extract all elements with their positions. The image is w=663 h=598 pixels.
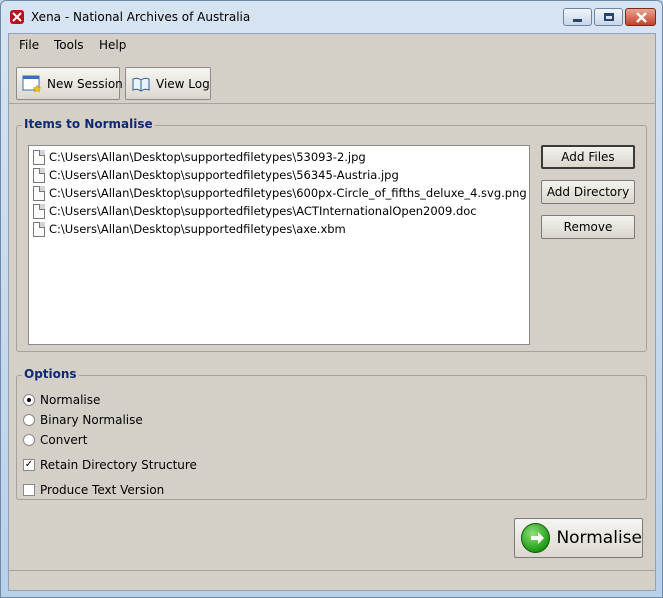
file-path: C:\Users\Allan\Desktop\supportedfiletype… <box>49 186 527 200</box>
options-group: Options Normalise Binary Normalise Conve… <box>16 367 647 500</box>
menu-tools[interactable]: Tools <box>54 38 84 52</box>
menu-file[interactable]: File <box>19 38 39 52</box>
title-bar[interactable]: Xena - National Archives of Australia <box>1 1 662 33</box>
radio-normalise[interactable]: Normalise <box>23 392 100 408</box>
view-log-button[interactable]: View Log <box>125 67 211 100</box>
checkbox-label: Retain Directory Structure <box>40 458 197 472</box>
client-area: File Tools Help New Session View Log Ite… <box>8 33 656 591</box>
items-group-title: Items to Normalise <box>22 117 155 131</box>
radio-convert[interactable]: Convert <box>23 432 87 448</box>
radio-label: Normalise <box>40 393 101 407</box>
list-item[interactable]: C:\Users\Allan\Desktop\supportedfiletype… <box>33 148 366 166</box>
toolbar: New Session View Log <box>9 60 655 104</box>
list-item[interactable]: C:\Users\Allan\Desktop\supportedfiletype… <box>33 166 399 184</box>
maximize-button[interactable] <box>594 8 623 26</box>
list-item[interactable]: C:\Users\Allan\Desktop\supportedfiletype… <box>33 202 477 220</box>
close-icon <box>636 12 647 23</box>
green-arrow-icon <box>521 523 551 553</box>
xena-app-icon <box>9 9 25 25</box>
file-path: C:\Users\Allan\Desktop\supportedfiletype… <box>49 150 366 164</box>
checkbox[interactable] <box>23 484 35 496</box>
window-title: Xena - National Archives of Australia <box>31 10 251 24</box>
list-item[interactable]: C:\Users\Allan\Desktop\supportedfiletype… <box>33 184 527 202</box>
menu-help[interactable]: Help <box>99 38 126 52</box>
checkbox-label: Produce Text Version <box>40 483 165 497</box>
retain-directory-checkbox[interactable]: ✓ Retain Directory Structure <box>23 457 197 473</box>
open-book-icon <box>131 74 151 94</box>
list-item[interactable]: C:\Users\Allan\Desktop\supportedfiletype… <box>33 220 346 238</box>
options-group-title: Options <box>22 367 79 381</box>
minimize-icon <box>573 19 582 22</box>
status-bar <box>9 570 655 590</box>
remove-button[interactable]: Remove <box>541 215 635 239</box>
normalise-button[interactable]: Normalise <box>514 518 643 558</box>
checkbox[interactable]: ✓ <box>23 459 35 471</box>
add-files-button[interactable]: Add Files <box>541 145 635 169</box>
new-session-button[interactable]: New Session <box>16 67 123 100</box>
file-path: C:\Users\Allan\Desktop\supportedfiletype… <box>49 168 399 182</box>
close-button[interactable] <box>625 8 656 26</box>
produce-text-checkbox[interactable]: Produce Text Version <box>23 482 164 498</box>
normalise-label: Normalise <box>556 528 642 548</box>
radio-button[interactable] <box>23 414 35 426</box>
document-icon <box>33 203 45 219</box>
menu-bar: File Tools Help <box>9 34 655 56</box>
new-session-label: New Session <box>47 76 123 91</box>
file-list[interactable]: C:\Users\Allan\Desktop\supportedfiletype… <box>28 145 530 345</box>
document-icon <box>33 185 45 201</box>
radio-button[interactable] <box>23 434 35 446</box>
view-log-label: View Log <box>156 76 210 91</box>
radio-label: Binary Normalise <box>40 413 143 427</box>
file-path: C:\Users\Allan\Desktop\supportedfiletype… <box>49 204 477 218</box>
add-directory-button[interactable]: Add Directory <box>541 180 635 204</box>
radio-button[interactable] <box>23 394 35 406</box>
radio-label: Convert <box>40 433 88 447</box>
file-path: C:\Users\Allan\Desktop\supportedfiletype… <box>49 222 346 236</box>
new-window-icon <box>22 74 42 94</box>
document-icon <box>33 221 45 237</box>
app-window: Xena - National Archives of Australia Fi… <box>0 0 663 598</box>
radio-binary-normalise[interactable]: Binary Normalise <box>23 412 143 428</box>
document-icon <box>33 167 45 183</box>
items-group: Items to Normalise C:\Users\Allan\Deskto… <box>16 117 647 352</box>
minimize-button[interactable] <box>563 8 592 26</box>
document-icon <box>33 149 45 165</box>
maximize-icon <box>604 13 614 21</box>
